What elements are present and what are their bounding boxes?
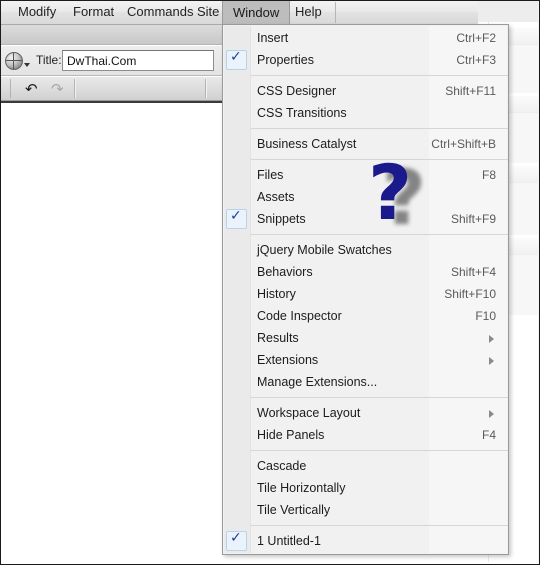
menu-item-label: Properties — [257, 53, 314, 67]
menu-item-label: Behaviors — [257, 265, 313, 279]
menu-item-shortcut: F10 — [475, 309, 496, 323]
menu-item-properties[interactable]: Properties Ctrl+F3 — [223, 49, 508, 71]
undo-button[interactable]: ↶ — [22, 80, 44, 98]
menu-item-cascade[interactable]: Cascade — [223, 455, 508, 477]
submenu-arrow-icon — [489, 410, 494, 418]
menu-bar-item-modify[interactable]: Modify — [8, 0, 66, 24]
menu-item-extensions[interactable]: Extensions — [223, 349, 508, 371]
menu-item-label: Files — [257, 168, 284, 182]
menu-separator — [251, 234, 508, 235]
menu-item-hide-panels[interactable]: Hide Panels F4 — [223, 424, 508, 446]
menu-item-business-catalyst[interactable]: Business Catalyst Ctrl+Shift+B — [223, 133, 508, 155]
menu-item-assets[interactable]: Assets — [223, 186, 508, 208]
toolbar-divider — [10, 79, 11, 98]
submenu-arrow-icon — [489, 357, 494, 365]
panel-header-strip — [478, 0, 540, 22]
browser-preview-button[interactable] — [3, 50, 33, 72]
menu-item-behaviors[interactable]: Behaviors Shift+F4 — [223, 261, 508, 283]
menu-item-label: History — [257, 287, 296, 301]
undo-arrow-icon: ↶ — [25, 80, 38, 98]
menu-bar-item-help[interactable]: Help — [285, 0, 332, 24]
menu-item-snippets[interactable]: Snippets Shift+F9 — [223, 208, 508, 230]
menu-item-files[interactable]: Files F8 — [223, 164, 508, 186]
menu-separator — [251, 397, 508, 398]
checkmark-icon — [226, 208, 247, 229]
toolbar-divider — [74, 79, 75, 98]
menu-item-history[interactable]: History Shift+F10 — [223, 283, 508, 305]
menu-bar: Modify Format Commands Site Window Help — [0, 0, 540, 25]
window-menu-dropdown[interactable]: Insert Ctrl+F2 Properties Ctrl+F3 CSS Design… — [222, 24, 509, 555]
checkmark-icon — [226, 49, 247, 70]
menu-item-label: Extensions — [257, 353, 319, 367]
menu-item-jquery-mobile-swatches[interactable]: jQuery Mobile Swatches — [223, 239, 508, 261]
menu-separator — [251, 159, 508, 160]
menu-item-tile-vertically[interactable]: Tile Vertically — [223, 499, 508, 521]
menu-item-label: Workspace Layout — [257, 406, 361, 420]
application-window: Modify Format Commands Site Window Help Title… — [0, 0, 540, 565]
menu-item-label: Tile Horizontally — [257, 481, 346, 495]
menu-item-label: jQuery Mobile Swatches — [257, 243, 392, 257]
menu-item-label: Tile Vertically — [257, 503, 331, 517]
menu-item-label: Cascade — [257, 459, 307, 473]
menu-item-list: Insert Ctrl+F2 Properties Ctrl+F3 CSS Design… — [223, 27, 508, 552]
menu-item-insert[interactable]: Insert Ctrl+F2 — [223, 27, 508, 49]
menu-item-label: Assets — [257, 190, 295, 204]
menu-item-manage-extensions[interactable]: Manage Extensions... — [223, 371, 508, 393]
menu-separator — [251, 75, 508, 76]
menu-item-label: Business Catalyst — [257, 137, 357, 151]
title-input[interactable] — [62, 50, 214, 71]
menu-item-label: Manage Extensions... — [257, 375, 378, 389]
redo-arrow-icon: ↷ — [51, 80, 64, 98]
menu-item-shortcut: Shift+F10 — [444, 287, 496, 301]
menu-bar-item-window[interactable]: Window — [222, 0, 291, 24]
submenu-arrow-icon — [489, 335, 494, 343]
menu-item-label: Results — [257, 331, 299, 345]
redo-button[interactable]: ↷ — [48, 80, 70, 98]
menu-item-shortcut: F8 — [481, 168, 496, 182]
chevron-down-icon[interactable] — [24, 63, 30, 67]
menu-item-code-inspector[interactable]: Code Inspector F10 — [223, 305, 508, 327]
menu-separator — [251, 525, 508, 526]
menu-item-label: Insert — [257, 31, 289, 45]
menu-item-shortcut: Ctrl+F3 — [456, 53, 496, 67]
menu-bar-divider — [335, 2, 336, 23]
menu-separator — [251, 128, 508, 129]
panel-edge — [538, 0, 539, 565]
title-label: Title: — [36, 53, 62, 67]
menu-item-label: Hide Panels — [257, 428, 325, 442]
menu-item-css-transitions[interactable]: CSS Transitions — [223, 102, 508, 124]
checkmark-icon — [226, 530, 247, 551]
menu-item-label: Code Inspector — [257, 309, 342, 323]
menu-item-results[interactable]: Results — [223, 327, 508, 349]
menu-item-label: CSS Designer — [257, 84, 337, 98]
menu-item-1-untitled-1[interactable]: 1 Untitled-1 — [223, 530, 508, 552]
menu-item-shortcut: Shift+F9 — [450, 212, 496, 226]
menu-item-workspace-layout[interactable]: Workspace Layout — [223, 402, 508, 424]
menu-separator — [251, 450, 508, 451]
menu-item-label: 1 Untitled-1 — [257, 534, 321, 548]
menu-item-shortcut: Ctrl+F2 — [456, 31, 496, 45]
menu-bar-item-format[interactable]: Format — [63, 0, 124, 24]
menu-item-tile-horizontally[interactable]: Tile Horizontally — [223, 477, 508, 499]
menu-item-shortcut: F4 — [481, 428, 496, 442]
menu-item-shortcut: Shift+F4 — [450, 265, 496, 279]
menu-item-label: CSS Transitions — [257, 106, 347, 120]
toolbar-divider — [205, 79, 206, 98]
menu-item-shortcut: Shift+F11 — [445, 84, 496, 98]
globe-icon — [5, 52, 23, 70]
menu-item-shortcut: Ctrl+Shift+B — [431, 137, 496, 151]
menu-item-css-designer[interactable]: CSS Designer Shift+F11 — [223, 80, 508, 102]
menu-item-label: Snippets — [257, 212, 306, 226]
